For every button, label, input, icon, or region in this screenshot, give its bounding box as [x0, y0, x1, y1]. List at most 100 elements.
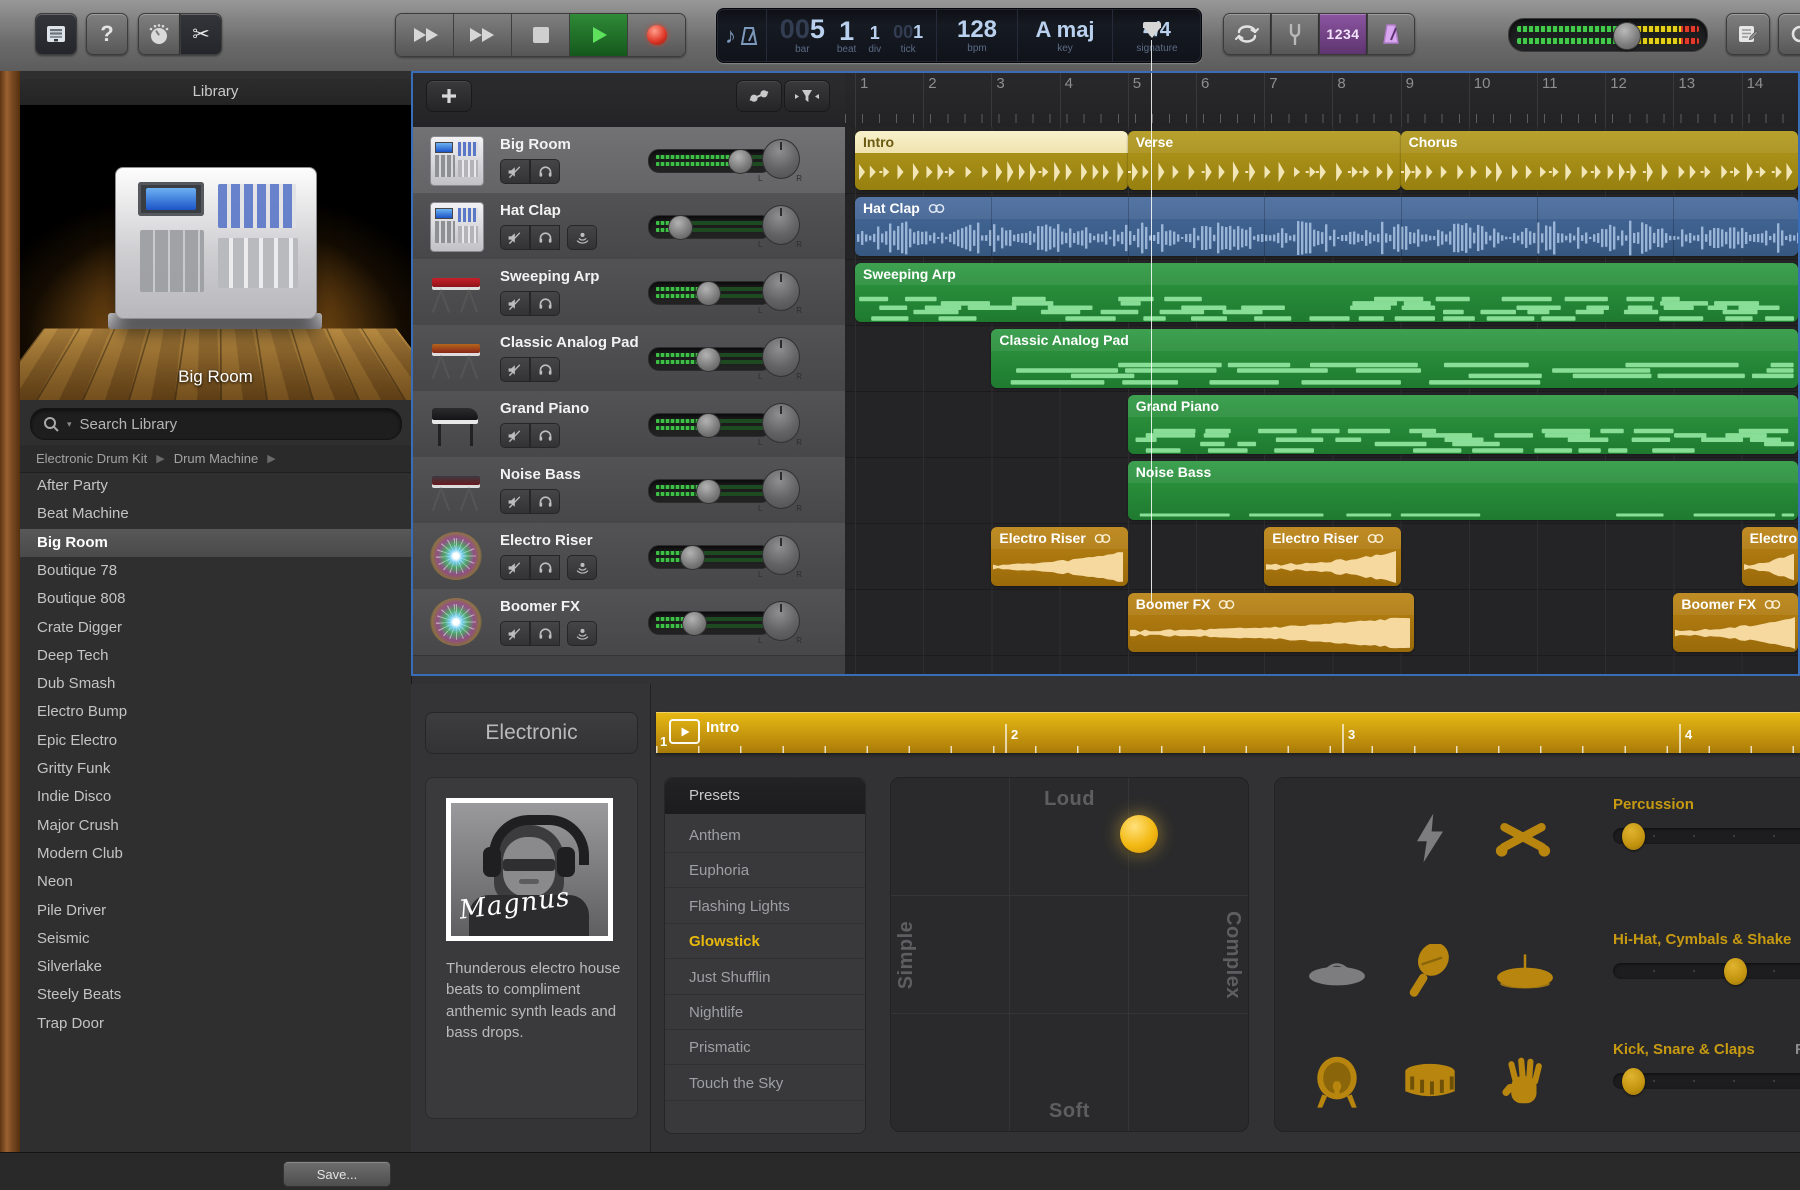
library-item[interactable]: Big Room	[20, 529, 411, 557]
track-header-boomer-fx[interactable]: Boomer FXLR	[411, 589, 845, 656]
forward-button[interactable]	[454, 14, 512, 56]
drum-volume-slider[interactable]	[1613, 963, 1800, 979]
kickdrum-icon[interactable]	[1314, 1055, 1360, 1111]
editors-button[interactable]: ✂	[180, 13, 222, 55]
library-item[interactable]: Boutique 78	[20, 557, 411, 585]
preset-item[interactable]: Euphoria	[665, 853, 865, 888]
pan-knob[interactable]: LR	[757, 137, 803, 183]
library-search-input[interactable]: ▾ Search Library	[30, 408, 402, 440]
cymbal-icon[interactable]	[1494, 949, 1556, 997]
region-grand-piano[interactable]: Grand Piano	[1128, 395, 1798, 454]
input-button[interactable]	[567, 555, 597, 580]
library-item[interactable]: Indie Disco	[20, 783, 411, 811]
mute-button[interactable]	[500, 291, 530, 316]
library-item[interactable]: Trap Door	[20, 1010, 411, 1038]
rewind-button[interactable]	[396, 14, 454, 56]
mute-button[interactable]	[500, 489, 530, 514]
preset-item[interactable]: Just Shufflin	[665, 960, 865, 995]
count-in-button[interactable]: 1234	[1319, 13, 1367, 55]
drum-volume-knob[interactable]	[1724, 958, 1747, 985]
preset-item[interactable]: Touch the Sky	[665, 1066, 865, 1101]
timeline-ruler[interactable]: 1234567891011121314	[845, 71, 1800, 128]
track-header-electro-riser[interactable]: Electro RiserLR	[411, 523, 845, 590]
volume-knob[interactable]	[728, 149, 753, 174]
lcd-position[interactable]: 005bar 1beat 1div 001tick	[767, 9, 937, 62]
save-button[interactable]: Save...	[283, 1161, 391, 1187]
library-item[interactable]: Epic Electro	[20, 727, 411, 755]
region-intro[interactable]: Intro	[855, 131, 1128, 190]
region-electro[interactable]: Electro	[1742, 527, 1798, 586]
library-item[interactable]: Beat Machine	[20, 500, 411, 528]
input-button[interactable]	[567, 621, 597, 646]
preset-item[interactable]: Nightlife	[665, 995, 865, 1030]
lcd-display[interactable]: ♪ 005bar 1beat 1div 001tick 128bpm A maj…	[716, 8, 1202, 63]
catch-funnel-button[interactable]	[784, 80, 830, 112]
automation-button[interactable]	[736, 80, 782, 112]
library-toggle-button[interactable]	[35, 13, 77, 55]
solo-button[interactable]	[530, 423, 560, 448]
pan-knob[interactable]: LR	[757, 467, 803, 513]
library-item[interactable]: Silverlake	[20, 953, 411, 981]
library-item[interactable]: Major Crush	[20, 812, 411, 840]
breadcrumb-item[interactable]: Drum Machine	[174, 451, 259, 466]
track-header-hat-clap[interactable]: Hat ClapLR	[411, 193, 845, 260]
tuner-button[interactable]	[1271, 13, 1319, 55]
mini-timeline[interactable]: Intro 1234	[656, 712, 1800, 753]
preset-item[interactable]: Flashing Lights	[665, 889, 865, 924]
preset-item[interactable]: Anthem	[665, 818, 865, 853]
volume-knob[interactable]	[696, 281, 721, 306]
play-button[interactable]	[570, 14, 628, 56]
lcd-tempo[interactable]: 128bpm	[937, 9, 1018, 62]
region-classic-analog-pad[interactable]: Classic Analog Pad	[991, 329, 1798, 388]
library-item[interactable]: Neon	[20, 868, 411, 896]
drum-volume-knob[interactable]	[1622, 823, 1645, 850]
mute-button[interactable]	[500, 621, 530, 646]
quick-help-button[interactable]: ?	[86, 13, 128, 55]
pan-knob[interactable]: LR	[757, 335, 803, 381]
solo-button[interactable]	[530, 225, 560, 250]
cycle-button[interactable]	[1223, 13, 1271, 55]
volume-slider[interactable]	[648, 611, 772, 635]
region-sweeping-arp[interactable]: Sweeping Arp	[855, 263, 1798, 322]
note-pad-button[interactable]	[1726, 13, 1770, 55]
track-header-sweeping-arp[interactable]: Sweeping ArpLR	[411, 259, 845, 326]
library-item[interactable]: Boutique 808	[20, 585, 411, 613]
volume-knob[interactable]	[696, 413, 721, 438]
library-item[interactable]: Modern Club	[20, 840, 411, 868]
lcd-key[interactable]: A majkey	[1018, 9, 1113, 62]
mute-button[interactable]	[500, 357, 530, 382]
snare-icon[interactable]	[1402, 1061, 1458, 1105]
master-volume-knob[interactable]	[1613, 22, 1641, 50]
library-item[interactable]: Gritty Funk	[20, 755, 411, 783]
preset-item[interactable]: Glowstick	[665, 924, 865, 959]
category-button[interactable]: Electronic	[425, 712, 638, 754]
region-electro-riser[interactable]: Electro Riser	[1264, 527, 1400, 586]
track-header-big-room[interactable]: Big RoomLR	[411, 127, 845, 194]
region-noise-bass[interactable]: Noise Bass	[1128, 461, 1798, 520]
region-hat-clap[interactable]: Hat Clap	[855, 197, 1798, 256]
master-volume-slider[interactable]	[1508, 18, 1708, 52]
mute-button[interactable]	[500, 423, 530, 448]
solo-button[interactable]	[530, 357, 560, 382]
drum-volume-slider[interactable]	[1613, 1073, 1800, 1089]
solo-button[interactable]	[530, 489, 560, 514]
track-header-noise-bass[interactable]: Noise BassLR	[411, 457, 845, 524]
record-button[interactable]	[628, 14, 685, 56]
mute-button[interactable]	[500, 225, 530, 250]
metronome-button[interactable]	[1367, 13, 1415, 55]
volume-slider[interactable]	[648, 281, 772, 305]
region-electro-riser[interactable]: Electro Riser	[991, 527, 1127, 586]
drumsticks-icon[interactable]	[1494, 812, 1552, 864]
region-verse[interactable]: Verse	[1128, 131, 1401, 190]
library-item[interactable]: Seismic	[20, 925, 411, 953]
mute-button[interactable]	[500, 555, 530, 580]
stop-button[interactable]	[512, 14, 570, 56]
section-play-button[interactable]	[669, 719, 700, 744]
volume-knob[interactable]	[682, 611, 707, 636]
lcd-mode-icon[interactable]: ♪	[717, 9, 767, 62]
volume-slider[interactable]	[648, 545, 772, 569]
breadcrumb-item[interactable]: Electronic Drum Kit	[36, 451, 147, 466]
region-chorus[interactable]: Chorus	[1401, 131, 1798, 190]
volume-knob[interactable]	[680, 545, 705, 570]
region-boomer-fx[interactable]: Boomer FX	[1673, 593, 1798, 652]
